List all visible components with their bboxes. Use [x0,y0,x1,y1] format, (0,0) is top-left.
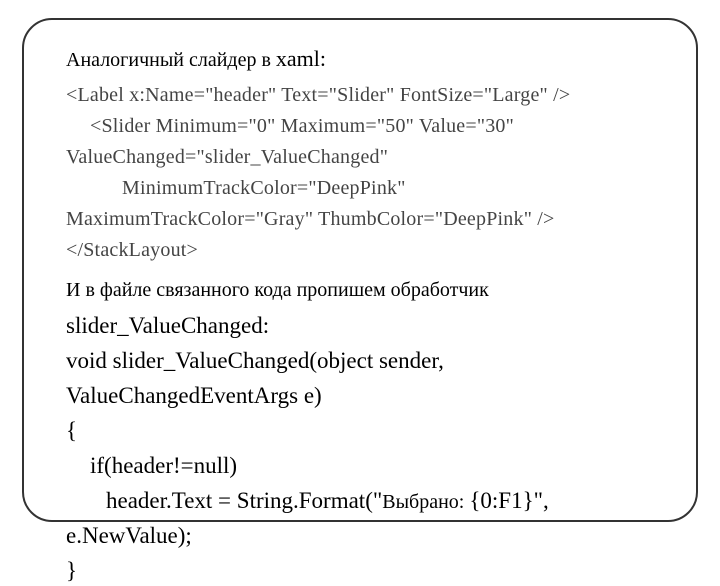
code-assign-a: header.Text = String.Format(" [66,488,382,513]
handler-description: И в файле связанного кода пропишем обраб… [66,274,668,304]
code-assign-rus: Выбрано: [382,491,469,513]
code-assign-line: header.Text = String.Format("Выбрано: {0… [66,485,668,516]
code-brace-close: } [66,555,668,586]
code-brace-open: { [66,415,668,446]
handler-name-line: slider_ValueChanged: [66,310,668,341]
code-if-line: if(header!=null) [66,450,668,481]
xaml-slider-line-1: <Slider Minimum="0" Maximum="50" Value="… [66,113,668,140]
xaml-slider-line-4: MaximumTrackColor="Gray" ThumbColor="Dee… [66,206,668,233]
code-assign-b: {0:F1}", [469,488,548,513]
code-signature-2: ValueChangedEventArgs e) [66,380,668,411]
title-prefix: Аналогичный слайдер в [66,49,276,71]
document-card: Аналогичный слайдер в xaml: <Label x:Nam… [22,18,698,522]
code-assign-c: e.NewValue); [66,520,668,551]
code-signature-1: void slider_ValueChanged(object sender, [66,345,668,376]
title-suffix: xaml: [276,46,326,71]
xaml-stacklayout-close: </StackLayout> [66,237,668,264]
xaml-slider-line-3: MinimumTrackColor="DeepPink" [66,175,668,202]
handler-desc-text: И в файле связанного кода пропишем обраб… [66,279,489,301]
xaml-slider-line-2: ValueChanged="slider_ValueChanged" [66,144,668,171]
title-line: Аналогичный слайдер в xaml: [66,44,668,74]
xaml-label-line: <Label x:Name="header" Text="Slider" Fon… [66,82,668,109]
